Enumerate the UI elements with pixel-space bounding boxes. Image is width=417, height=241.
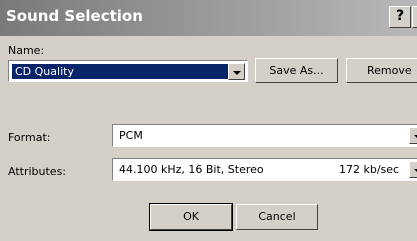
format-label: Format:: [8, 131, 51, 144]
format-combobox[interactable]: PCM: [112, 124, 417, 147]
help-button[interactable]: ?: [389, 6, 411, 28]
remove-button[interactable]: Remove: [346, 58, 417, 83]
format-dropdown-button[interactable]: [409, 127, 417, 144]
save-as-button[interactable]: Save As...: [255, 58, 338, 83]
format-value: PCM: [119, 129, 143, 142]
name-label: Name:: [8, 44, 45, 57]
attributes-label: Attributes:: [8, 165, 67, 178]
attributes-rate: 172 kb/sec: [339, 163, 400, 176]
window-title: Sound Selection: [6, 7, 143, 25]
title-bar: Sound Selection ?: [0, 0, 417, 36]
attributes-combobox[interactable]: 44.100 kHz, 16 Bit, Stereo 172 kb/sec: [112, 158, 417, 181]
cancel-button[interactable]: Cancel: [236, 204, 318, 230]
chevron-down-icon: [233, 71, 241, 75]
attributes-dropdown-button[interactable]: [409, 161, 417, 178]
name-dropdown-button[interactable]: [228, 63, 245, 80]
name-value: CD Quality: [12, 64, 230, 79]
close-button[interactable]: [412, 6, 417, 28]
name-combobox[interactable]: CD Quality: [8, 60, 248, 82]
attributes-value: 44.100 kHz, 16 Bit, Stereo: [119, 163, 264, 176]
ok-button[interactable]: OK: [149, 203, 233, 231]
